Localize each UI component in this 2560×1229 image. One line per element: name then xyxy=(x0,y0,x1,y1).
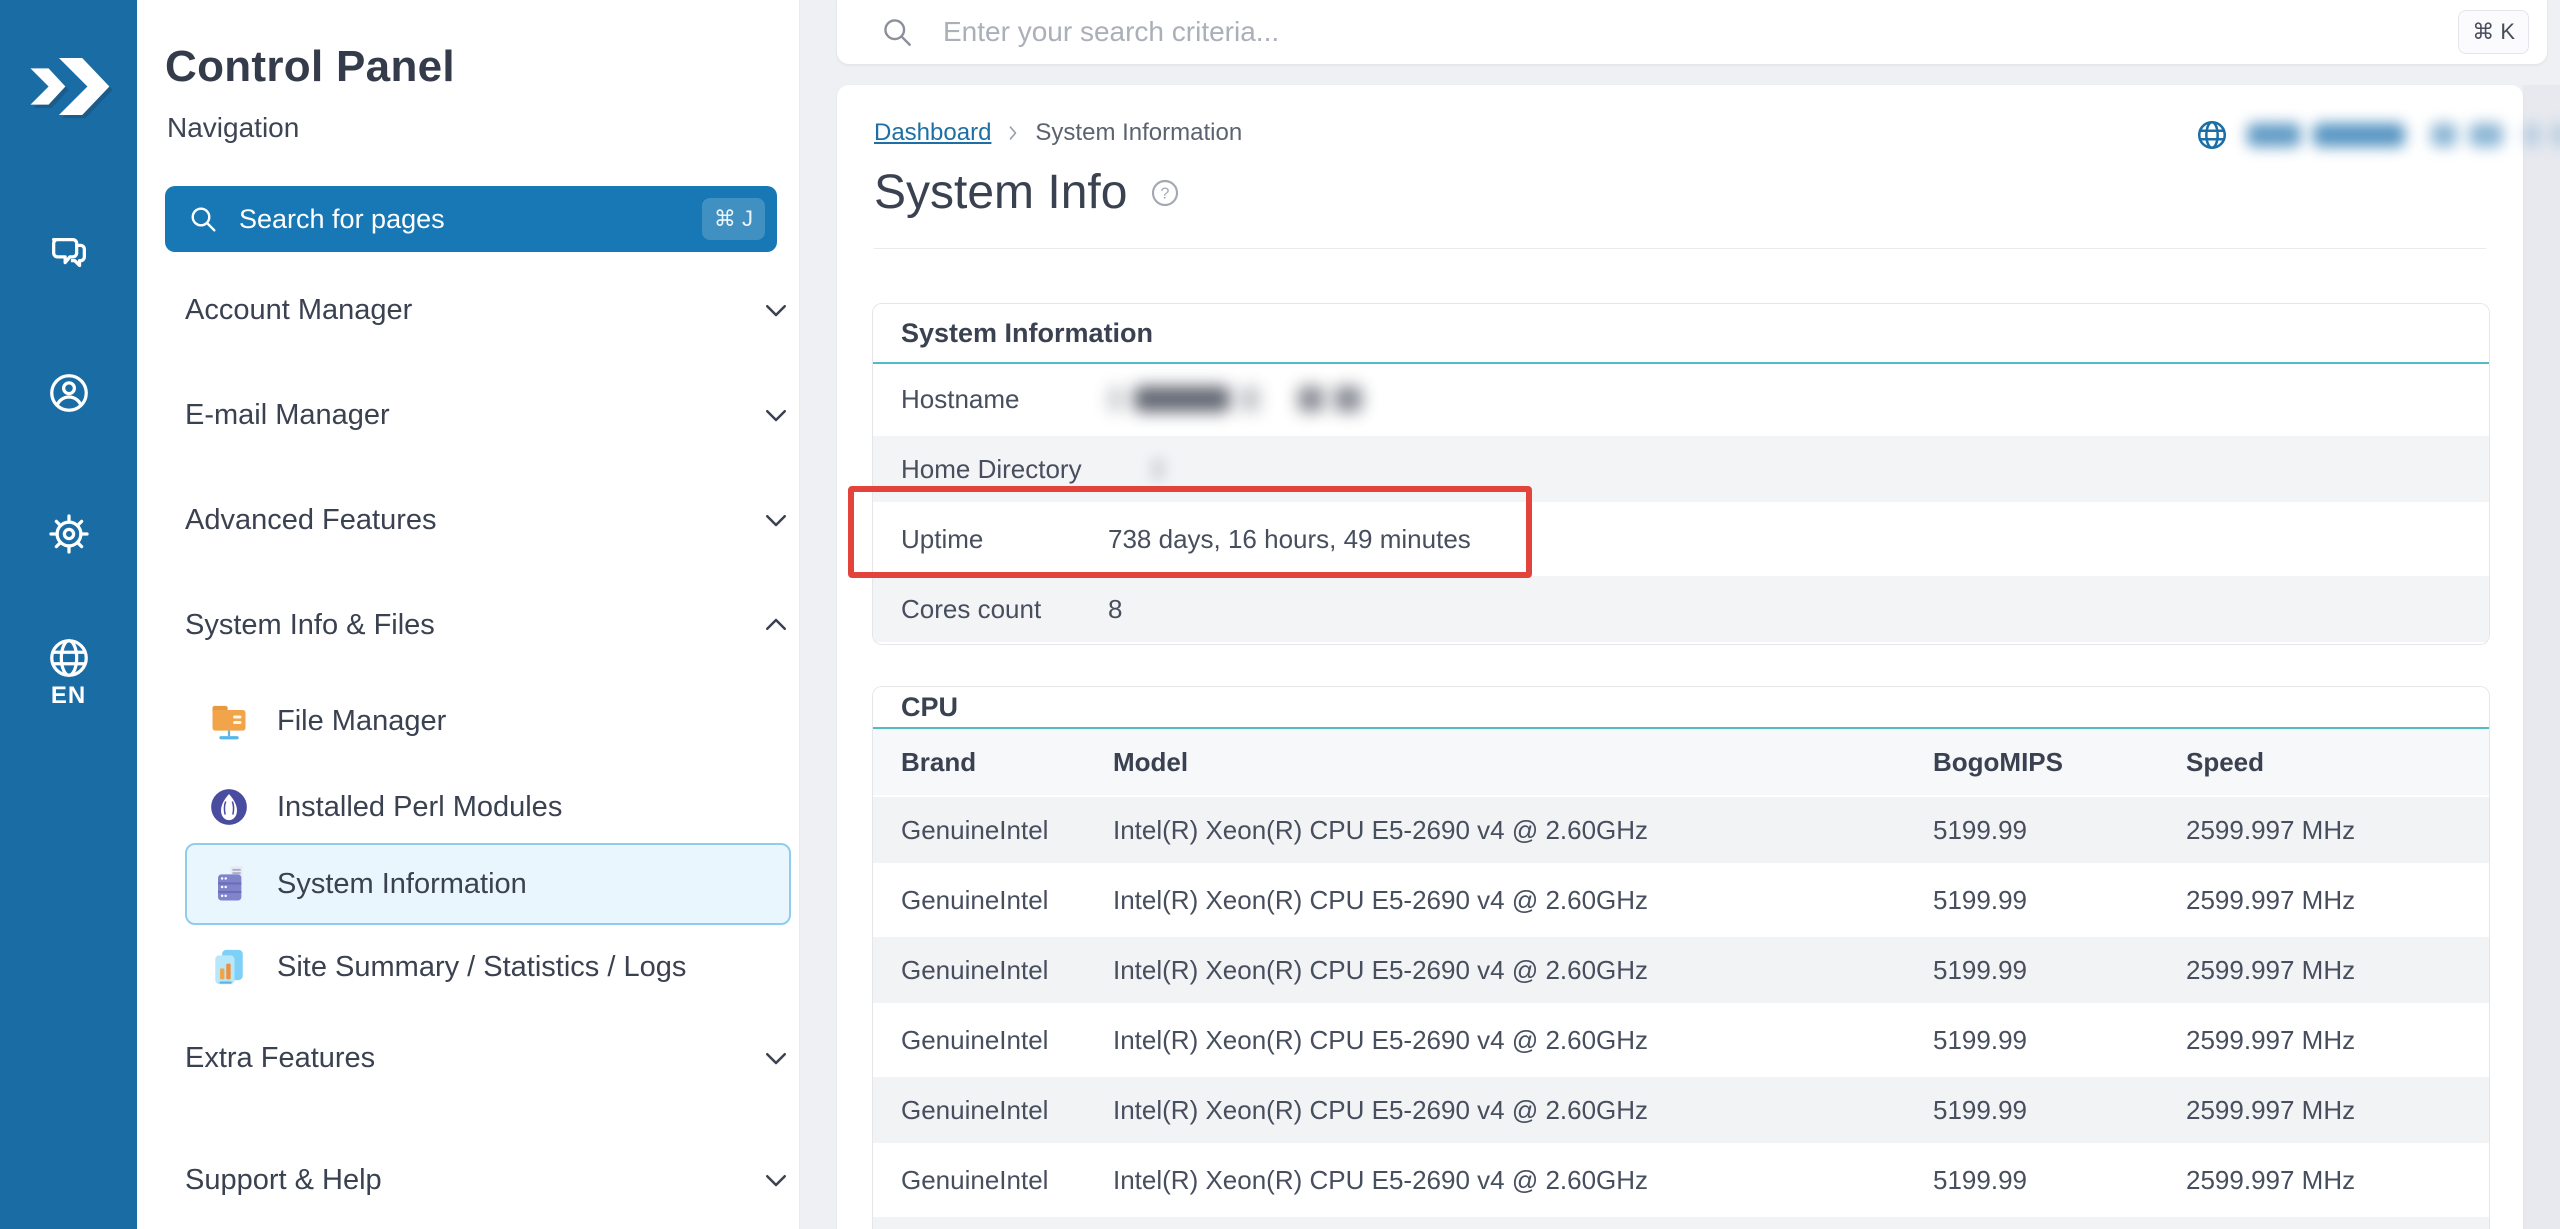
breadcrumb: Dashboard System Information xyxy=(874,119,1242,147)
sidebar-subtitle: Navigation xyxy=(167,112,300,143)
sidebar-section-email-manager[interactable]: E-mail Manager xyxy=(185,385,791,445)
chevron-down-icon xyxy=(761,505,791,535)
folder-icon xyxy=(207,699,251,743)
sidebar-item-installed-perl-modules[interactable]: Installed Perl Modules xyxy=(185,766,791,848)
user-circle-icon xyxy=(46,370,92,416)
server-icon xyxy=(207,862,251,906)
sidebar-item-site-summary-statistics-logs[interactable]: Site Summary / Statistics / Logs xyxy=(185,926,791,1008)
svg-text:?: ? xyxy=(1161,185,1170,202)
content-panel: Dashboard System Information System Info… xyxy=(837,85,2560,1229)
app-window: EN Control Panel Navigation Search for p… xyxy=(0,0,2560,1229)
help-icon: ? xyxy=(1149,177,1181,209)
cpu-table-row: GenuineIntel Intel(R) Xeon(R) CPU E5-269… xyxy=(873,1005,2489,1075)
chevron-down-icon xyxy=(761,1043,791,1073)
breadcrumb-dashboard-link[interactable]: Dashboard xyxy=(874,119,991,147)
sidebar-search-label: Search for pages xyxy=(239,203,445,234)
redacted-home-directory-value xyxy=(1150,457,1166,481)
sidebar-section-system-info-files[interactable]: System Info & Files xyxy=(185,595,791,655)
cpu-table-row: GenuineIntel Intel(R) Xeon(R) CPU E5-269… xyxy=(873,865,2489,935)
sidebar-search-button[interactable]: Search for pages ⌘ J xyxy=(165,186,777,252)
chevron-up-icon xyxy=(761,610,791,640)
global-search-input[interactable]: Enter your search criteria... ⌘ K xyxy=(837,0,2547,64)
sidebar-section-advanced-features[interactable]: Advanced Features xyxy=(185,490,791,550)
info-row-cores-count: Cores count 8 xyxy=(873,574,2489,644)
sidebar-item-file-manager[interactable]: File Manager xyxy=(185,680,791,762)
page-title: System Info xyxy=(874,166,1128,219)
globe-icon xyxy=(46,635,92,681)
main-area: Enter your search criteria... ⌘ K Dashbo… xyxy=(800,0,2560,1229)
info-row-uptime: Uptime 738 days, 16 hours, 49 minutes xyxy=(873,504,2489,574)
chat-icon xyxy=(46,230,92,276)
help-button[interactable]: ? xyxy=(1149,177,1181,209)
stats-icon xyxy=(207,945,251,989)
search-icon xyxy=(187,203,219,235)
sidebar-search-shortcut: ⌘ J xyxy=(701,198,765,240)
language-label: EN xyxy=(50,682,87,709)
messages-button[interactable] xyxy=(0,221,137,285)
system-information-card-title: System Information xyxy=(873,304,2489,364)
chevron-down-icon xyxy=(761,295,791,325)
redacted-domain-text xyxy=(2247,123,2560,147)
info-row-hostname: Hostname xyxy=(873,364,2489,434)
redacted-hostname-value xyxy=(1108,386,1362,412)
gear-icon xyxy=(46,511,92,557)
title-divider xyxy=(874,248,2486,249)
global-search-placeholder: Enter your search criteria... xyxy=(943,16,1280,47)
page-title-row: System Info ? xyxy=(874,165,1181,220)
chevron-down-icon xyxy=(761,400,791,430)
cpu-table-header: Brand Model BogoMIPS Speed xyxy=(873,729,2489,795)
cpu-table-row: GenuineIntel Intel(R) Xeon(R) CPU E5-269… xyxy=(873,1075,2489,1145)
language-button[interactable] xyxy=(0,626,137,690)
domain-selector[interactable] xyxy=(2195,109,2560,161)
cpu-table-row: GenuineIntel Intel(R) Xeon(R) CPU E5-269… xyxy=(873,935,2489,1005)
chevron-down-icon xyxy=(761,1165,791,1195)
sidebar-title: Control Panel xyxy=(165,42,455,91)
breadcrumb-current: System Information xyxy=(1035,119,1243,146)
sidebar-section-extra-features[interactable]: Extra Features xyxy=(185,1028,791,1088)
perl-icon xyxy=(207,785,251,829)
sidebar-section-support-help[interactable]: Support & Help xyxy=(185,1150,791,1210)
scrollbar[interactable] xyxy=(2523,85,2560,1229)
global-search-shortcut: ⌘ K xyxy=(2458,10,2529,54)
cpu-table-row-partial xyxy=(873,1215,2489,1229)
sidebar-item-system-information[interactable]: System Information xyxy=(185,843,791,925)
cpu-table-row: GenuineIntel Intel(R) Xeon(R) CPU E5-269… xyxy=(873,795,2489,865)
sidebar: Control Panel Navigation Search for page… xyxy=(137,0,800,1229)
cpu-card: CPU Brand Model BogoMIPS Speed GenuineIn… xyxy=(872,686,2490,1229)
sidebar-section-account-manager[interactable]: Account Manager xyxy=(185,280,791,340)
info-row-home-directory: Home Directory xyxy=(873,434,2489,504)
icon-rail: EN xyxy=(0,0,137,1229)
globe-icon xyxy=(2195,118,2229,152)
search-icon xyxy=(879,14,915,50)
settings-button[interactable] xyxy=(0,502,137,566)
cpu-card-title: CPU xyxy=(873,687,2489,729)
account-button[interactable] xyxy=(0,361,137,425)
breadcrumb-chevron-icon xyxy=(1003,123,1023,143)
system-information-card: System Information Hostname Home Directo… xyxy=(872,303,2490,645)
directadmin-logo-icon[interactable] xyxy=(24,40,112,120)
cpu-table-row: GenuineIntel Intel(R) Xeon(R) CPU E5-269… xyxy=(873,1145,2489,1215)
